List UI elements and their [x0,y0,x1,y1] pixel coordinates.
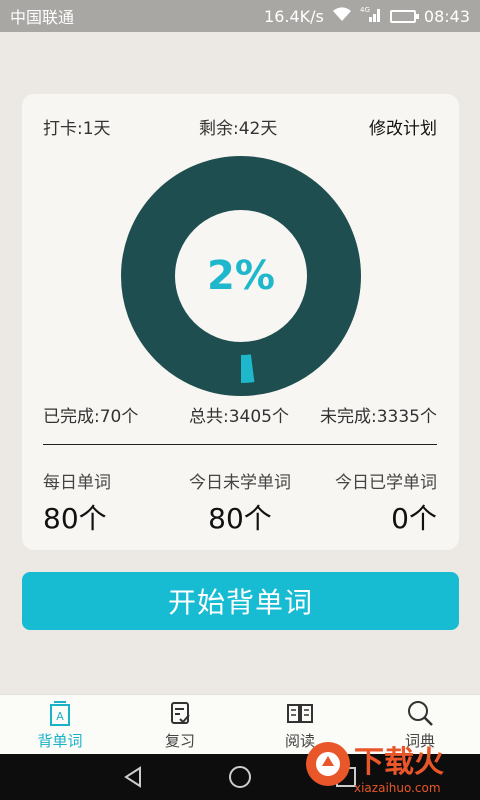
battery-icon [389,9,419,23]
edit-plan-button[interactable]: 修改计划 [369,114,437,139]
review-icon [171,702,190,724]
status-bar: 中国联通 16.4K/s 4G 08:43 [0,0,480,32]
tab-dictionary[interactable]: 词典 [360,695,480,754]
total-count: 总共:3405个 [189,407,289,427]
plan-row: 打卡:1天 剩余:42天 修改计划 [22,114,459,140]
search-icon [408,701,433,726]
today-unlearned: 今日未学单词 80个 [189,473,291,535]
recents-icon[interactable] [333,764,359,790]
flashcard-icon: A [50,701,70,726]
tab-memorize[interactable]: A 背单词 [0,695,120,754]
back-icon[interactable] [121,764,147,790]
remaining-days: 剩余:42天 [199,119,278,139]
progress-card: 打卡:1天 剩余:42天 修改计划 2% 已完成:70个 总共:3405个 未完… [22,94,459,550]
checkin-days: 打卡:1天 [43,119,111,139]
completed-count: 已完成:70个 [43,407,139,427]
home-icon[interactable] [227,764,253,790]
bottom-tab-bar: A 背单词 复习 阅读 词典 [0,694,480,754]
stats-row: 已完成:70个 总共:3405个 未完成:3335个 [22,402,459,427]
wifi-icon [332,6,352,26]
tab-read[interactable]: 阅读 [240,695,360,754]
progress-percent: 2% [207,253,275,299]
clock: 08:43 [423,6,470,26]
start-memorize-button[interactable]: 开始背单词 [22,572,459,630]
remaining-count: 未完成:3335个 [320,407,437,427]
system-nav-bar [0,754,480,800]
divider [43,444,437,445]
book-icon [287,704,313,723]
signal-icon: 4G [360,5,382,27]
daily-words: 每日单词 80个 [43,473,111,535]
today-learned: 今日已学单词 0个 [335,473,437,535]
carrier-name: 中国联通 [10,8,75,27]
svg-text:A: A [56,710,64,723]
tab-review[interactable]: 复习 [120,695,240,754]
network-type: 4G [360,6,370,14]
network-speed: 16.4K/s [264,6,324,26]
